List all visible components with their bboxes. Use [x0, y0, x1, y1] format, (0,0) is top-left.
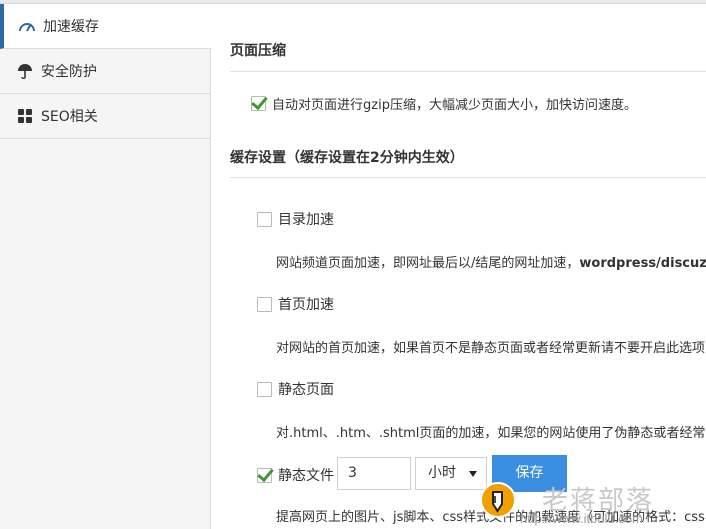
home-cache-checkbox[interactable]	[257, 296, 272, 312]
sidebar-item-speed-cache[interactable]: 加速缓存	[0, 4, 212, 49]
static-files-checkbox[interactable]	[257, 467, 272, 483]
cache-duration-input[interactable]: 3	[337, 457, 411, 490]
grid-icon	[16, 107, 34, 125]
static-page-checkbox[interactable]	[257, 381, 272, 397]
gzip-checkbox[interactable]	[251, 96, 266, 111]
watermark-url: http://www.itbulu.com	[520, 511, 643, 526]
dir-cache-label: 目录加速	[278, 212, 334, 228]
cache-unit-select[interactable]: 小时	[415, 457, 487, 490]
desc-bold-text: wordpress/discuz请	[579, 256, 706, 271]
static-page-option[interactable]: 静态页面	[257, 379, 334, 399]
sidebar-item-security[interactable]: 安全防护	[0, 49, 210, 94]
divider	[230, 177, 706, 178]
compression-title: 页面压缩	[230, 43, 286, 59]
desc-text: 网站频道页面加速，即网址最后以/结尾的网址加速，	[276, 256, 580, 271]
sidebar-item-label: 加速缓存	[43, 19, 99, 35]
pencil-logo-icon	[480, 482, 516, 518]
sidebar-item-label: SEO相关	[41, 109, 98, 125]
umbrella-icon	[16, 62, 34, 80]
home-cache-label: 首页加速	[278, 297, 334, 313]
cache-title: 缓存设置（缓存设置在2分钟内生效）	[230, 150, 464, 166]
sidebar: 加速缓存 安全防护 SEO相关	[0, 4, 212, 529]
main-content: 页面压缩 自动对页面进行gzip压缩，大幅减少页面大小，加快访问速度。 缓存设置…	[230, 4, 706, 529]
home-cache-desc: 对网站的首页加速，如果首页不是静态页面或者经常更新请不要开启此选项	[276, 341, 706, 356]
static-files-label: 静态文件	[278, 468, 334, 484]
dir-cache-option[interactable]: 目录加速	[257, 209, 334, 229]
speedometer-icon	[18, 17, 36, 35]
static-page-desc: 对.html、.htm、.shtml页面的加速，如果您的网站使用了伪静态或者经常…	[276, 426, 706, 441]
dir-cache-desc: 网站频道页面加速，即网址最后以/结尾的网址加速，wordpress/discuz…	[276, 252, 706, 271]
sidebar-item-seo[interactable]: SEO相关	[0, 94, 210, 139]
divider	[230, 71, 706, 72]
sidebar-item-label: 安全防护	[41, 64, 97, 80]
caret-down-icon	[469, 471, 477, 477]
home-cache-option[interactable]: 首页加速	[257, 294, 334, 314]
select-value: 小时	[428, 465, 456, 481]
gzip-option[interactable]: 自动对页面进行gzip压缩，大幅减少页面大小，加快访问速度。	[251, 94, 637, 113]
dir-cache-checkbox[interactable]	[257, 211, 272, 227]
static-page-label: 静态页面	[278, 382, 334, 398]
gzip-label: 自动对页面进行gzip压缩，大幅减少页面大小，加快访问速度。	[272, 98, 637, 113]
static-files-option[interactable]: 静态文件	[257, 465, 334, 485]
watermark: 老蒋部落 http://www.itbulu.com	[480, 478, 706, 529]
